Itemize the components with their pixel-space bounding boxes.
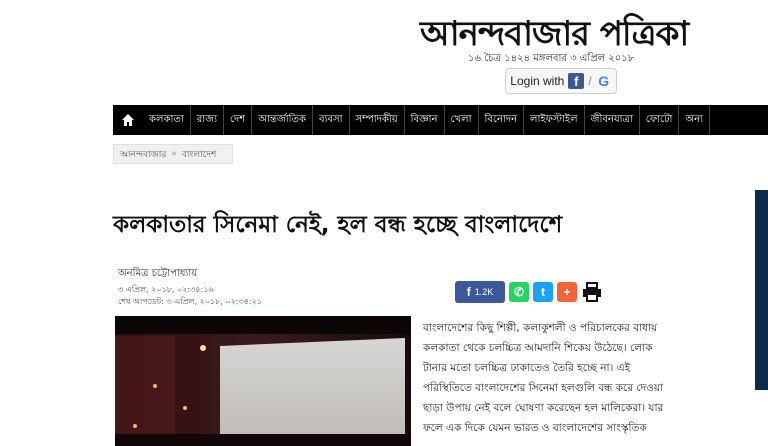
article-author[interactable]: অনমিত্র চট্টোপাধ্যায় bbox=[118, 266, 197, 283]
nav-item-kolkata[interactable]: কলকাতা bbox=[143, 105, 191, 135]
facebook-icon: f bbox=[466, 285, 471, 299]
breadcrumb-home[interactable]: আনন্দবাজার bbox=[120, 147, 166, 162]
nav-item-science[interactable]: বিজ্ঞান bbox=[405, 105, 445, 135]
main-navigation: কলকাতা রাজ্য দেশ আন্তর্জাতিক ব্যবসা সম্প… bbox=[113, 105, 768, 135]
article-photo-cinema-hall bbox=[115, 316, 411, 446]
whatsapp-icon: ✆ bbox=[513, 285, 525, 299]
nav-item-sports[interactable]: খেলা bbox=[445, 105, 479, 135]
nav-item-business[interactable]: ব্যবসা bbox=[313, 105, 350, 135]
home-icon[interactable] bbox=[113, 105, 143, 135]
nav-item-entertainment[interactable]: বিনোদন bbox=[479, 105, 525, 135]
article-headline: কলকাতার সিনেমা নেই, হল বন্ধ হচ্ছে বাংলাদ… bbox=[113, 212, 563, 238]
nav-item-international[interactable]: আন্তর্জাতিক bbox=[252, 105, 313, 135]
plus-icon: + bbox=[563, 285, 571, 299]
print-button[interactable] bbox=[581, 281, 603, 303]
article-body: বাংলাদেশের কিছু শিল্পী, কলাকুশলী ও পরিচা… bbox=[423, 318, 763, 438]
breadcrumb: আনন্দবাজার » বাংলাদেশ bbox=[113, 144, 233, 164]
side-advertisement[interactable] bbox=[755, 190, 768, 390]
article-line: ফলে এক দিকে যেমন ভারত ও বাংলাদেশের সাংস্… bbox=[423, 422, 647, 434]
dateline: ১৬ চৈত্র ১৪২৪ মঙ্গলবার ৩ এপ্রিল ২০১৮ bbox=[468, 53, 635, 64]
facebook-share-count: 1.2K bbox=[474, 287, 494, 297]
facebook-share-button[interactable]: f 1.2K bbox=[455, 281, 505, 303]
article-line: কলকাতা থেকে চলচ্চিত্র আমদানি শিকেয় উঠেছ… bbox=[423, 342, 653, 354]
twitter-icon: t bbox=[541, 285, 545, 299]
more-share-button[interactable]: + bbox=[557, 282, 577, 302]
article-line: টানার মতো চলচ্চিত্র ঢাকাতেও তৈরি হচ্ছে ন… bbox=[423, 362, 631, 374]
whatsapp-share-button[interactable]: ✆ bbox=[509, 282, 529, 302]
print-icon bbox=[583, 282, 601, 302]
share-bar: f 1.2K ✆ t + bbox=[455, 281, 603, 303]
nav-item-rajya[interactable]: রাজ্য bbox=[191, 105, 224, 135]
facebook-icon: f bbox=[568, 73, 585, 89]
twitter-share-button[interactable]: t bbox=[533, 282, 553, 302]
login-button[interactable]: Login with f / G bbox=[505, 68, 617, 94]
updated-date: শেষ আপডেট: ৩ এপ্রিল, ২০১৮, ০২:৩৪:২১ bbox=[118, 297, 262, 306]
nav-item-jibonjatra[interactable]: জীবনযাত্রা bbox=[585, 105, 640, 135]
breadcrumb-current[interactable]: বাংলাদেশ bbox=[182, 147, 216, 162]
article-line: পরিস্থিতিতে বাংলাদেশের সিনেমা হলগুলি বন্… bbox=[423, 382, 664, 394]
nav-item-lifestyle[interactable]: লাইফস্টাইল bbox=[524, 105, 585, 135]
nav-item-editorial[interactable]: সম্পাদকীয় bbox=[350, 105, 405, 135]
login-label: Login with bbox=[510, 74, 565, 88]
masthead-logo[interactable]: আনন্দবাজার পত্রিকা bbox=[420, 8, 710, 54]
breadcrumb-separator: » bbox=[171, 149, 177, 159]
login-separator: / bbox=[588, 74, 592, 88]
nav-item-desh[interactable]: দেশ bbox=[224, 105, 253, 135]
nav-item-other[interactable]: অন্য bbox=[679, 105, 710, 135]
article-line: বাংলাদেশের কিছু শিল্পী, কলাকুশলী ও পরিচা… bbox=[423, 322, 658, 334]
nav-item-photo[interactable]: ফোটো bbox=[640, 105, 680, 135]
google-icon: G bbox=[598, 73, 610, 89]
article-line: ছাড়া উপায় নেই বলে ঘোষণা করেছেন হল মালি… bbox=[423, 402, 664, 414]
